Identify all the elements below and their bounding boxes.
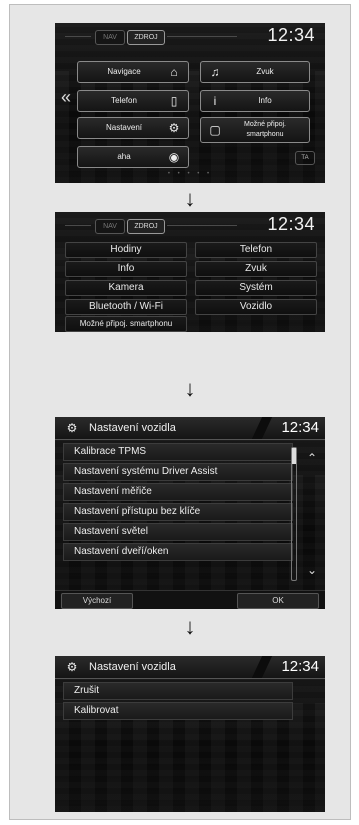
info-icon: i [213, 94, 217, 108]
top-bar-deco-line [167, 36, 237, 37]
settings-top-bar: NAV ZDROJ 12:34 [55, 212, 325, 238]
aha-icon: ◉ [168, 150, 180, 164]
top-bar-deco-line [65, 225, 91, 226]
list-item[interactable]: Nastavení světel [63, 523, 293, 541]
zvuk-button[interactable]: ♫ Zvuk [200, 61, 310, 83]
tab-zdroj[interactable]: ZDROJ [127, 219, 165, 234]
header-divider [251, 417, 273, 439]
smartphone-icon: ▢ [209, 123, 221, 137]
manual-figure-frame: NAV ZDROJ 12:34 « Navigace ⌂ ♫ Zvuk Tele… [9, 4, 351, 820]
ok-button[interactable]: OK [237, 593, 319, 609]
tpms-options-list: Zrušit Kalibrovat [63, 682, 293, 722]
tpms-calibration-screen: ⚙ Nastavení vozidla 12:34 Zrušit Kalibro… [55, 656, 325, 812]
down-arrow-icon: ↓ [184, 186, 196, 211]
tab-zdroj[interactable]: ZDROJ [127, 30, 165, 45]
settings-system-button[interactable]: Systém [195, 280, 317, 296]
clock: 12:34 [281, 419, 319, 436]
navigation-icon: ⌂ [170, 65, 178, 79]
info-label: Info [258, 96, 272, 105]
list-item[interactable]: Nastavení systému Driver Assist [63, 463, 293, 481]
cancel-option[interactable]: Zrušit [63, 682, 293, 700]
ta-button[interactable]: TA [295, 151, 315, 165]
tpms-calibration-title: Nastavení vozidla [89, 661, 176, 673]
list-item[interactable]: Nastavení měřiče [63, 483, 293, 501]
telefon-button[interactable]: Telefon ▯ [77, 90, 189, 112]
gear-icon: ⚙ [168, 121, 180, 135]
aha-button[interactable]: aha ◉ [77, 146, 189, 168]
clock: 12:34 [281, 658, 319, 675]
settings-vozidlo-button[interactable]: Vozidlo [195, 299, 317, 315]
settings-zvuk-button[interactable]: Zvuk [195, 261, 317, 277]
list-item[interactable]: Kalibrace TPMS [63, 443, 293, 461]
nastaveni-button[interactable]: Nastavení ⚙ [77, 117, 189, 139]
music-note-icon: ♫ [210, 65, 220, 79]
settings-bluetooth-wifi-button[interactable]: Bluetooth / Wi-Fi [65, 299, 187, 315]
settings-hodiny-button[interactable]: Hodiny [65, 242, 187, 258]
tpms-calibration-header: ⚙ Nastavení vozidla 12:34 [55, 656, 325, 679]
down-arrow-icon: ↓ [184, 376, 196, 401]
default-button[interactable]: Výchozí [61, 593, 133, 609]
list-item[interactable]: Nastavení přístupu bez klíče [63, 503, 293, 521]
settings-screen: NAV ZDROJ 12:34 Hodiny Telefon Info Zvuk… [55, 212, 325, 332]
page-left-arrow-icon[interactable]: « [61, 87, 71, 108]
phone-icon: ▯ [170, 94, 178, 108]
navigace-button[interactable]: Navigace ⌂ [77, 61, 189, 83]
scrollbar-thumb[interactable] [292, 448, 296, 464]
scroll-up-icon[interactable]: ⌃ [307, 451, 317, 465]
down-arrow-icon: ↓ [184, 614, 196, 639]
top-bar-deco-line [167, 225, 237, 226]
vehicle-settings-list: Kalibrace TPMS Nastavení systému Driver … [63, 443, 293, 563]
nastaveni-label: Nastavení [105, 123, 143, 132]
zvuk-label: Zvuk [256, 67, 274, 76]
home-top-bar: NAV ZDROJ 12:34 [55, 23, 325, 49]
gear-icon: ⚙ [66, 660, 78, 674]
info-button[interactable]: i Info [200, 90, 310, 112]
header-divider [251, 656, 273, 678]
list-scrollbar[interactable] [291, 447, 297, 581]
settings-info-button[interactable]: Info [65, 261, 187, 277]
vehicle-settings-footer: Výchozí OK [55, 590, 325, 609]
telefon-label: Telefon [111, 96, 137, 105]
calibrate-option[interactable]: Kalibrovat [63, 702, 293, 720]
scroll-down-icon[interactable]: ⌄ [307, 563, 317, 577]
page-indicator: • • • • • [167, 171, 213, 177]
settings-telefon-button[interactable]: Telefon [195, 242, 317, 258]
clock: 12:34 [267, 214, 315, 234]
navigace-label: Navigace [107, 67, 141, 76]
vehicle-settings-header: ⚙ Nastavení vozidla 12:34 [55, 417, 325, 440]
gear-icon: ⚙ [66, 421, 78, 435]
settings-kamera-button[interactable]: Kamera [65, 280, 187, 296]
home-screen: NAV ZDROJ 12:34 « Navigace ⌂ ♫ Zvuk Tele… [55, 23, 325, 183]
tab-nav[interactable]: NAV [95, 219, 125, 234]
tab-nav[interactable]: NAV [95, 30, 125, 45]
vehicle-settings-title: Nastavení vozidla [89, 422, 176, 434]
top-bar-deco-line [65, 36, 91, 37]
aha-label: aha [117, 152, 131, 161]
settings-smartphone-button[interactable]: Možné připoj. smartphonu [65, 316, 187, 332]
list-item[interactable]: Nastavení dveří/oken [63, 543, 293, 561]
clock: 12:34 [267, 25, 315, 45]
vehicle-settings-screen: ⚙ Nastavení vozidla 12:34 Kalibrace TPMS… [55, 417, 325, 609]
smartphone-label: Možné připoj. smartphonu [243, 121, 287, 138]
smartphone-button[interactable]: ▢ Možné připoj. smartphonu [200, 117, 310, 143]
